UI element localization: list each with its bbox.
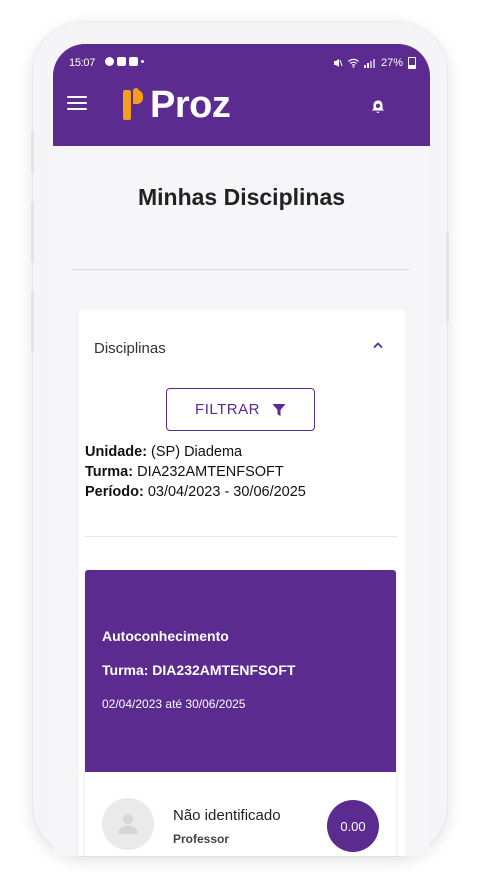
proz-logo: Proz	[123, 84, 231, 126]
message-icon	[117, 57, 126, 66]
proz-logo-mark	[123, 88, 145, 122]
discipline-card-header: Autoconhecimento Turma: DIA232AMTENFSOFT…	[85, 570, 396, 772]
page-title: Minhas Disciplinas	[137, 184, 346, 210]
professor-name: Não identificado	[173, 807, 281, 824]
navbar: Proz	[53, 80, 430, 140]
notification-icon	[105, 57, 114, 66]
app-header: 15:07 27% Proz	[53, 44, 430, 146]
status-bar: 15:07 27%	[53, 56, 430, 74]
professor-row: Não identificado Professor 0.00	[85, 772, 396, 856]
signal-icon	[363, 59, 375, 68]
discipline-period: 02/04/2023 até 30/06/2025	[102, 697, 246, 711]
turma-row: Turma: DIA232AMTENFSOFT	[85, 464, 284, 480]
class-info: Unidade: (SP) Diadema Turma: DIA232AMTEN…	[85, 442, 306, 502]
filter-button-label: FILTRAR	[195, 401, 260, 418]
accordion-label: Disciplinas	[94, 340, 166, 357]
app-s-icon	[129, 57, 138, 66]
divider	[85, 536, 397, 537]
logo-text: Proz	[150, 84, 231, 126]
battery-percent: 27%	[380, 57, 403, 69]
phone-side-button	[31, 132, 34, 172]
grade-badge: 0.00	[327, 800, 379, 852]
phone-side-button	[31, 292, 34, 352]
phone-side-button	[31, 202, 34, 262]
app-screen: 15:07 27% Proz Minhas Disciplinas Discip…	[53, 44, 430, 856]
filter-button[interactable]: FILTRAR	[166, 388, 315, 431]
professor-role: Professor	[173, 832, 230, 846]
unidade-row: Unidade: (SP) Diadema	[85, 444, 243, 460]
discipline-name: Autoconhecimento	[102, 628, 229, 644]
disciplinas-accordion-header[interactable]: Disciplinas	[79, 310, 405, 378]
battery-icon	[408, 57, 416, 69]
wifi-icon	[348, 58, 359, 68]
chevron-up-icon[interactable]	[373, 340, 383, 350]
discipline-turma: Turma: DIA232AMTENFSOFT	[102, 662, 296, 678]
bell-icon[interactable]	[370, 99, 386, 115]
status-time: 15:07	[69, 57, 96, 69]
phone-side-button	[446, 232, 449, 322]
discipline-card[interactable]: Autoconhecimento Turma: DIA232AMTENFSOFT…	[85, 570, 396, 856]
dot-icon	[141, 60, 144, 63]
periodo-row: Período: 03/04/2023 - 30/06/2025	[85, 484, 306, 500]
phone-frame: 15:07 27% Proz Minhas Disciplinas Discip…	[31, 22, 449, 856]
divider	[72, 269, 410, 270]
person-icon	[118, 814, 138, 834]
disciplinas-panel: Disciplinas FILTRAR Unidade: (SP) Diadem…	[79, 310, 405, 856]
avatar	[102, 798, 154, 850]
filter-icon	[272, 403, 286, 416]
hamburger-menu-icon[interactable]	[67, 96, 87, 110]
mute-icon	[333, 59, 343, 67]
